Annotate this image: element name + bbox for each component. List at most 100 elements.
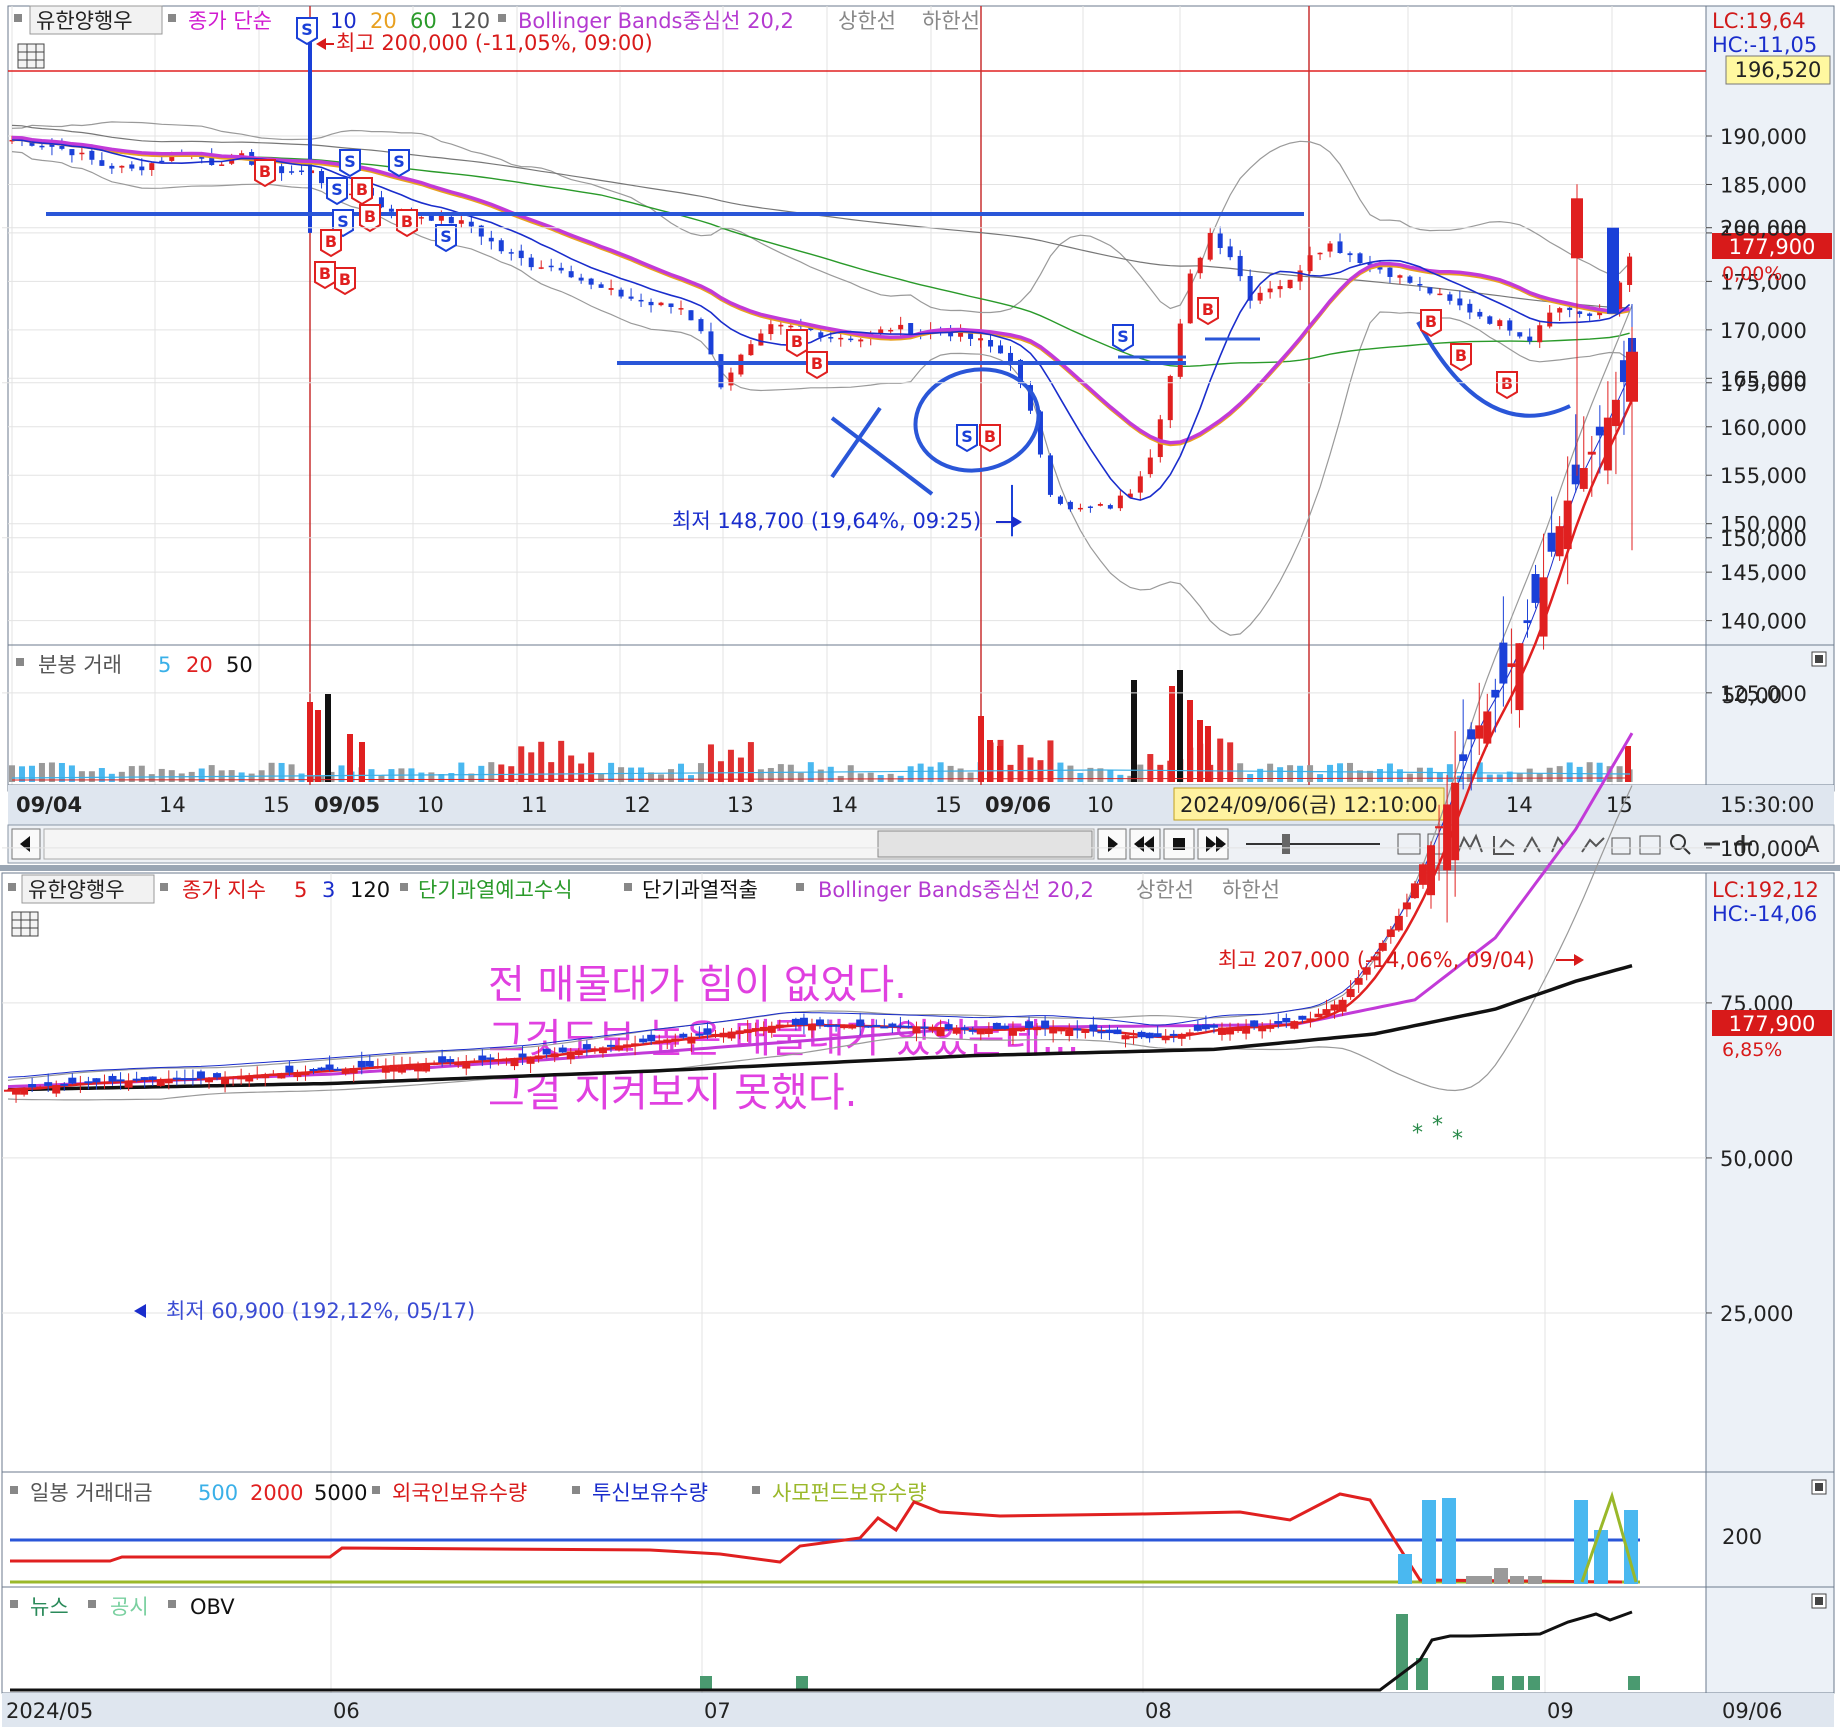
candle-body xyxy=(1287,279,1293,289)
daily-candle-body xyxy=(285,1065,294,1073)
hc-label: HC:-11,05 xyxy=(1712,33,1817,57)
candle-body xyxy=(39,145,45,148)
daily-candle-body xyxy=(430,1062,439,1065)
daily-candle-body xyxy=(976,1029,985,1035)
sell-marker: S xyxy=(435,224,457,253)
daily-candle-body xyxy=(454,1061,463,1066)
bottom-high-text: 최고 207,000 (-14,06%, 09/04) xyxy=(1218,948,1535,972)
volume-bar xyxy=(568,755,575,782)
x-axis-label: 2024/05 xyxy=(6,1699,93,1723)
top-high-text: 최고 200,000 (-11,05%, 09:00) xyxy=(336,31,653,55)
candle-body xyxy=(1008,352,1014,363)
daily-candle-body xyxy=(960,1027,969,1030)
panel-splitter[interactable] xyxy=(0,865,1840,871)
daily-candle-body xyxy=(156,1079,165,1086)
amount-p1: 500 xyxy=(198,1481,238,1505)
volume-spike-bar xyxy=(1197,720,1203,782)
y-tick-label: 185,000 xyxy=(1720,173,1807,197)
scroll-left-button[interactable] xyxy=(11,828,41,860)
daily-candle-body xyxy=(1467,729,1476,740)
overheat-star-2: * xyxy=(1432,1113,1443,1138)
bottom-lc-label: LC:192,12 xyxy=(1712,878,1819,902)
sell-marker: S xyxy=(339,149,361,178)
y-tick-label: 140,000 xyxy=(1720,610,1807,634)
y-tick-label: 155,000 xyxy=(1720,464,1807,488)
amount-bar xyxy=(1494,1568,1508,1584)
rewind-button[interactable] xyxy=(1129,828,1161,860)
daily-candle-body xyxy=(1089,1024,1098,1032)
fast-forward-button[interactable] xyxy=(1197,828,1229,860)
marker-letter: S xyxy=(331,180,343,199)
daily-candle-body xyxy=(1427,845,1436,896)
news-collapse-icon[interactable] xyxy=(1811,1593,1827,1609)
marker-letter: S xyxy=(301,20,313,39)
daily-candle-body xyxy=(269,1073,278,1076)
volume-spike-bar xyxy=(1205,726,1211,782)
daily-candle-body xyxy=(317,1067,326,1071)
volume-bar xyxy=(947,765,954,782)
volume-collapse-icon[interactable] xyxy=(1811,651,1827,667)
scroll-thumb[interactable] xyxy=(877,830,1093,858)
daily-candle-body xyxy=(639,1038,648,1043)
x-axis-label: 10 xyxy=(417,793,444,817)
daily-candle-body xyxy=(116,1079,125,1082)
x-axis-label: 07 xyxy=(704,1699,731,1723)
candle-body xyxy=(69,149,75,156)
table-icon[interactable] xyxy=(17,43,45,69)
news-bar xyxy=(1396,1614,1408,1690)
daily-candle-body xyxy=(188,1078,197,1081)
daily-candle-body xyxy=(647,1034,656,1042)
candle-body xyxy=(139,166,145,171)
bottom-lower-label: 하한선 xyxy=(1222,878,1280,902)
daily-candle-body xyxy=(180,1078,189,1081)
candle-body xyxy=(668,303,674,308)
candle-body xyxy=(698,319,704,332)
candle-body xyxy=(528,257,534,268)
marker-letter: B xyxy=(364,207,376,226)
daily-candle-body xyxy=(1394,915,1403,931)
daily-candle-body xyxy=(1177,1033,1186,1039)
scroll-right-button[interactable] xyxy=(1097,828,1127,860)
volume-bar xyxy=(1586,762,1593,782)
candle-body xyxy=(1477,311,1483,317)
daily-candle-body xyxy=(880,1026,889,1029)
marker-letter: S xyxy=(1117,327,1129,346)
candle-body xyxy=(1307,255,1313,272)
candle-body xyxy=(1217,233,1223,248)
price-type-label: 종가 단순 xyxy=(188,9,272,33)
daily-candle-body xyxy=(1402,902,1411,910)
candle-body xyxy=(1277,286,1283,290)
volume-bar xyxy=(248,773,255,782)
candle-body xyxy=(1487,316,1493,324)
daily-candle-body xyxy=(12,1088,21,1095)
stop-button[interactable] xyxy=(1163,828,1195,860)
candle-body xyxy=(778,324,784,327)
daily-candle-body xyxy=(936,1028,945,1037)
amount-collapse-icon[interactable] xyxy=(1811,1479,1827,1495)
candle-body xyxy=(1267,288,1273,293)
daily-candle-body xyxy=(76,1083,85,1086)
marker-letter: B xyxy=(339,270,351,289)
daily-candle-body xyxy=(751,1028,760,1031)
daily-candle-body xyxy=(1443,804,1452,871)
volume-bar xyxy=(1337,763,1344,782)
daily-candle-body xyxy=(1226,1027,1235,1035)
daily-candle-body xyxy=(896,1025,905,1028)
daily-candle-body xyxy=(1282,1017,1291,1023)
buy-marker: B xyxy=(396,209,418,238)
volume-bar xyxy=(1426,767,1433,782)
note-line-1: 전 매물대가 힘이 없었다. xyxy=(488,962,907,1008)
buy-marker: B xyxy=(1420,309,1442,338)
daily-candle-body xyxy=(1242,1026,1251,1034)
volume-spike-bar xyxy=(1177,670,1183,782)
volume-bar xyxy=(927,766,934,782)
x-axis-label: 12 xyxy=(624,793,651,817)
candle-body xyxy=(888,329,894,332)
daily-candle-body xyxy=(148,1076,157,1080)
daily-candle-body xyxy=(229,1076,238,1079)
bottom-table-icon[interactable] xyxy=(11,911,39,937)
marker-letter: B xyxy=(1202,300,1214,319)
candle-body xyxy=(1447,294,1453,301)
marker-letter: S xyxy=(961,427,973,446)
daily-candle-body xyxy=(1507,663,1516,667)
